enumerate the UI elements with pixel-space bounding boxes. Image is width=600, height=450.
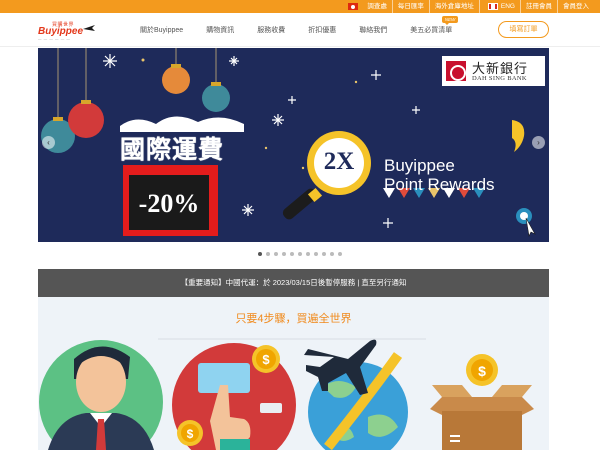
carousel-dot[interactable]	[314, 252, 318, 256]
steps-section: 只要4步驟，買遍全世界 $ $ $	[38, 297, 549, 450]
nav-discounts[interactable]: 折扣優惠	[308, 25, 336, 35]
ornament-orange	[162, 66, 190, 94]
exchange-rate-link[interactable]: 每日匯率	[391, 0, 429, 13]
rewards-label: Point Rewards	[384, 175, 495, 194]
register-link[interactable]: 註冊會員	[520, 0, 557, 13]
person-icon	[39, 340, 163, 450]
logo-brand-text: Buyippee	[38, 26, 84, 37]
steps-illustrations: $ $ $	[39, 338, 534, 450]
carousel-dot[interactable]	[266, 252, 270, 256]
fill-order-button[interactable]: 填寫訂單	[498, 21, 549, 38]
carousel-dot[interactable]	[290, 252, 294, 256]
promo-discount-value: -20%	[138, 189, 200, 218]
promo-banner[interactable]: 大新銀行 DAH SING BANK 國際運費 -20% 2X Buyippee…	[38, 48, 549, 242]
svg-text:$: $	[478, 363, 486, 379]
nav-must-buy-label: 美五必買清單	[410, 27, 453, 34]
carousel-dot[interactable]	[322, 252, 326, 256]
nav-contact[interactable]: 聯絡我們	[359, 25, 387, 35]
carousel-dot[interactable]	[298, 252, 302, 256]
nav-service-fees[interactable]: 服務收費	[257, 25, 285, 35]
carousel-dot[interactable]	[338, 252, 342, 256]
carousel-prev-button[interactable]: ‹	[42, 136, 55, 149]
warehouse-address-link[interactable]: 海外倉庫地址	[428, 0, 479, 13]
dah-sing-bank-logo: 大新銀行 DAH SING BANK	[442, 56, 545, 86]
login-link[interactable]: 會員登入	[557, 0, 594, 13]
nav-about[interactable]: 關於Buyippee	[140, 25, 183, 35]
page: 調查處 每日匯率 海外倉庫地址 ENG 註冊會員 會員登入 買購世界 Buyip…	[0, 0, 600, 450]
important-notice-bar: 【重要通知】中國代運：於 2023/03/15日後暫停服務 | 直至另行通知	[38, 269, 549, 297]
logo-tagline: — — — — — —	[38, 37, 71, 41]
carousel-indicators	[0, 250, 600, 258]
ornament-teal-small	[202, 84, 230, 112]
ornament-red	[68, 102, 104, 138]
hong-kong-flag-icon[interactable]	[348, 3, 359, 10]
carousel-next-button[interactable]: ›	[532, 136, 545, 149]
rewards-multiplier: 2X	[323, 148, 355, 175]
carousel-dot[interactable]	[330, 252, 334, 256]
rewards-brand: Buyippee	[384, 156, 455, 175]
language-label: ENG	[500, 3, 515, 10]
new-badge: NEW	[441, 16, 459, 25]
svg-text:$: $	[187, 427, 194, 441]
svg-text:$: $	[262, 352, 270, 367]
airplane-icon	[83, 25, 95, 31]
carousel-dot[interactable]	[282, 252, 286, 256]
canada-flag-icon	[487, 3, 498, 10]
carousel-dot[interactable]	[274, 252, 278, 256]
bank-english-name: DAH SING BANK	[472, 75, 527, 82]
carousel-dot[interactable]	[306, 252, 310, 256]
top-utility-bar: 調查處 每日匯率 海外倉庫地址 ENG 註冊會員 會員登入	[0, 0, 600, 13]
globe-airplane-icon	[304, 339, 408, 450]
promo-discount-box: -20%	[123, 165, 218, 236]
language-switch[interactable]: ENG	[478, 0, 520, 13]
promo-discount-inner: -20%	[129, 175, 209, 230]
buyippee-logo[interactable]: 買購世界 Buyippee — — — — — —	[38, 21, 95, 41]
package-coin-icon: $	[430, 354, 534, 450]
bank-emblem-icon	[446, 61, 466, 81]
main-nav: 關於Buyippee 購物資訊 服務收費 折扣優惠 聯絡我們 美五必買清單 NE…	[140, 13, 475, 47]
nav-must-buy-list[interactable]: 美五必買清單 NEW	[410, 16, 459, 35]
carousel-dot[interactable]	[258, 252, 262, 256]
phone-tap-icon: $ $	[172, 343, 296, 450]
promo-title: 國際運費	[120, 135, 225, 164]
survey-link[interactable]: 調查處	[362, 0, 392, 13]
main-header: 買購世界 Buyippee — — — — — — 關於Buyippee 購物資…	[0, 13, 600, 47]
nav-shopping-info[interactable]: 購物資訊	[206, 25, 234, 35]
